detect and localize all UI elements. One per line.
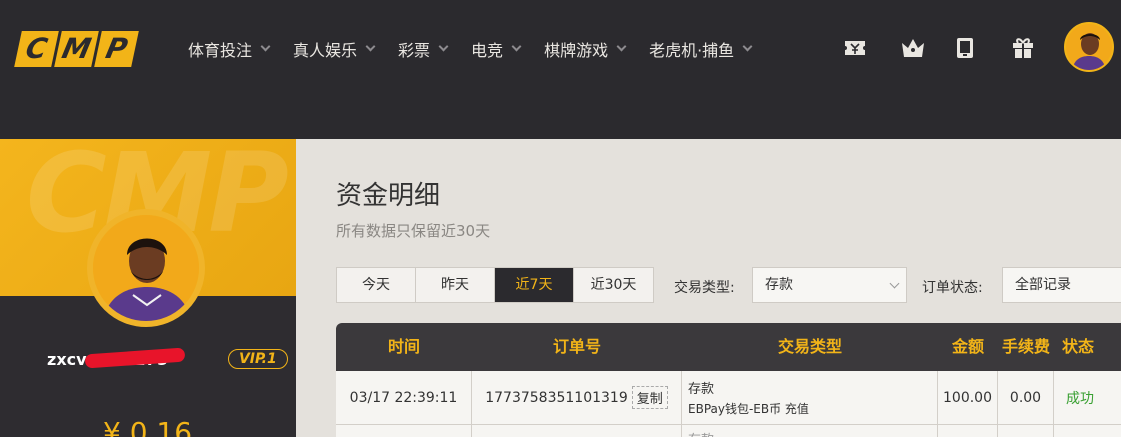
nav-live-casino[interactable]: 真人娱乐 [293, 36, 376, 62]
cell-time [336, 425, 472, 437]
col-time: 时间 [387, 337, 420, 356]
order-status-select[interactable]: 全部记录 [1002, 267, 1121, 303]
nav-label: 彩票 [398, 41, 431, 60]
order-number: 1773758351101319 [485, 389, 628, 406]
nav-label: 老虎机·捕鱼 [649, 41, 735, 60]
top-navbar: C M P 体育投注 真人娱乐 彩票 电竞 棋牌游戏 老虎机·捕鱼 [0, 0, 1121, 139]
col-fee: 手续费 [1001, 337, 1050, 356]
cell-order-no [472, 425, 682, 437]
cell-fee [998, 425, 1054, 437]
page-subtitle: 所有数据只保留近30天 [336, 222, 491, 240]
chevron-down-icon [260, 41, 271, 52]
nav-sports[interactable]: 体育投注 [188, 36, 271, 62]
nav-card-games[interactable]: 棋牌游戏 [544, 36, 627, 62]
range-30-days[interactable]: 近30天 [574, 268, 653, 302]
select-value: 存款 [765, 277, 793, 293]
nav-label: 体育投注 [188, 41, 253, 60]
main-content: 资金明细 所有数据只保留近30天 今天 昨天 近7天 近30天 交易类型: 存款… [296, 139, 1121, 437]
main-nav: 体育投注 真人娱乐 彩票 电竞 棋牌游戏 老虎机·捕鱼 [188, 36, 775, 62]
date-range-tabs: 今天 昨天 近7天 近30天 [336, 267, 654, 303]
cell-order-no: 1773758351101319 复制 [472, 371, 682, 424]
cell-status: 成功 [1066, 390, 1094, 407]
cell-fee: 0.00 [998, 371, 1054, 424]
crown-icon[interactable] [900, 36, 956, 60]
range-today[interactable]: 今天 [337, 268, 416, 302]
chevron-down-icon [616, 41, 627, 52]
page-title: 资金明细 [336, 181, 441, 211]
cell-amount: 100.00 [938, 371, 998, 424]
account-sidebar: CMP zxcv275 VIP.1 ¥ 0.16 [0, 139, 296, 437]
select-value: 全部记录 [1015, 277, 1071, 293]
col-status: 状态 [1062, 337, 1095, 356]
wallet-balance: ¥ 0.16 [103, 416, 193, 437]
transactions-table: 时间 订单号 交易类型 金额 手续费 状态 03/17 22:39:11 177… [336, 323, 1121, 437]
range-7-days[interactable]: 近7天 [495, 268, 574, 302]
username-prefix: zxcv [47, 349, 87, 369]
chevron-down-icon [742, 41, 753, 52]
cell-type: 存款 [682, 425, 938, 437]
cell-time: 03/17 22:39:11 [336, 371, 472, 424]
vip-badge: VIP.1 [227, 349, 288, 369]
nav-esports[interactable]: 电竞 [471, 36, 522, 62]
range-yesterday[interactable]: 昨天 [416, 268, 495, 302]
profile-avatar[interactable] [87, 209, 205, 327]
col-amount: 金额 [951, 337, 984, 356]
cell-amount [938, 425, 998, 437]
nav-label: 棋牌游戏 [544, 41, 609, 60]
logo-letter: P [94, 31, 139, 67]
header-icons [844, 36, 1068, 60]
table-row[interactable]: 存款 [336, 425, 1121, 437]
type-main: 存款 [688, 382, 715, 397]
type-main: 存款 [688, 429, 714, 437]
logo-letter: C [14, 31, 59, 67]
nav-lottery[interactable]: 彩票 [398, 36, 449, 62]
tablet-icon[interactable] [956, 36, 1012, 60]
gift-icon[interactable] [1012, 36, 1068, 60]
redaction-mark [84, 347, 186, 368]
cell-type: 存款 EBPay钱包-EB币 充值 [682, 371, 938, 424]
logo-letter: M [54, 31, 99, 67]
table-header: 时间 订单号 交易类型 金额 手续费 状态 [336, 323, 1121, 371]
chevron-down-icon [365, 41, 376, 52]
user-avatar[interactable] [1064, 22, 1114, 72]
nav-slots-fishing[interactable]: 老虎机·捕鱼 [649, 36, 753, 62]
chevron-down-icon [511, 41, 522, 52]
col-type: 交易类型 [777, 337, 842, 356]
transaction-type-select[interactable]: 存款 [752, 267, 907, 303]
transaction-type-label: 交易类型: [674, 280, 735, 296]
chevron-down-icon [889, 278, 900, 289]
order-status-label: 订单状态: [922, 280, 983, 296]
cmp-logo[interactable]: C M P [14, 31, 139, 67]
chevron-down-icon [438, 41, 449, 52]
username: zxcv275 [47, 347, 186, 369]
col-order-no: 订单号 [552, 337, 601, 356]
nav-label: 真人娱乐 [293, 41, 358, 60]
copy-button[interactable]: 复制 [631, 386, 668, 409]
table-row[interactable]: 03/17 22:39:11 1773758351101319 复制 存款 EB… [336, 371, 1121, 425]
ticket-icon[interactable] [844, 36, 900, 60]
type-detail: EBPay钱包-EB币 充值 [688, 402, 809, 416]
username-row: zxcv275 VIP.1 [47, 347, 288, 369]
nav-label: 电竞 [471, 41, 504, 60]
